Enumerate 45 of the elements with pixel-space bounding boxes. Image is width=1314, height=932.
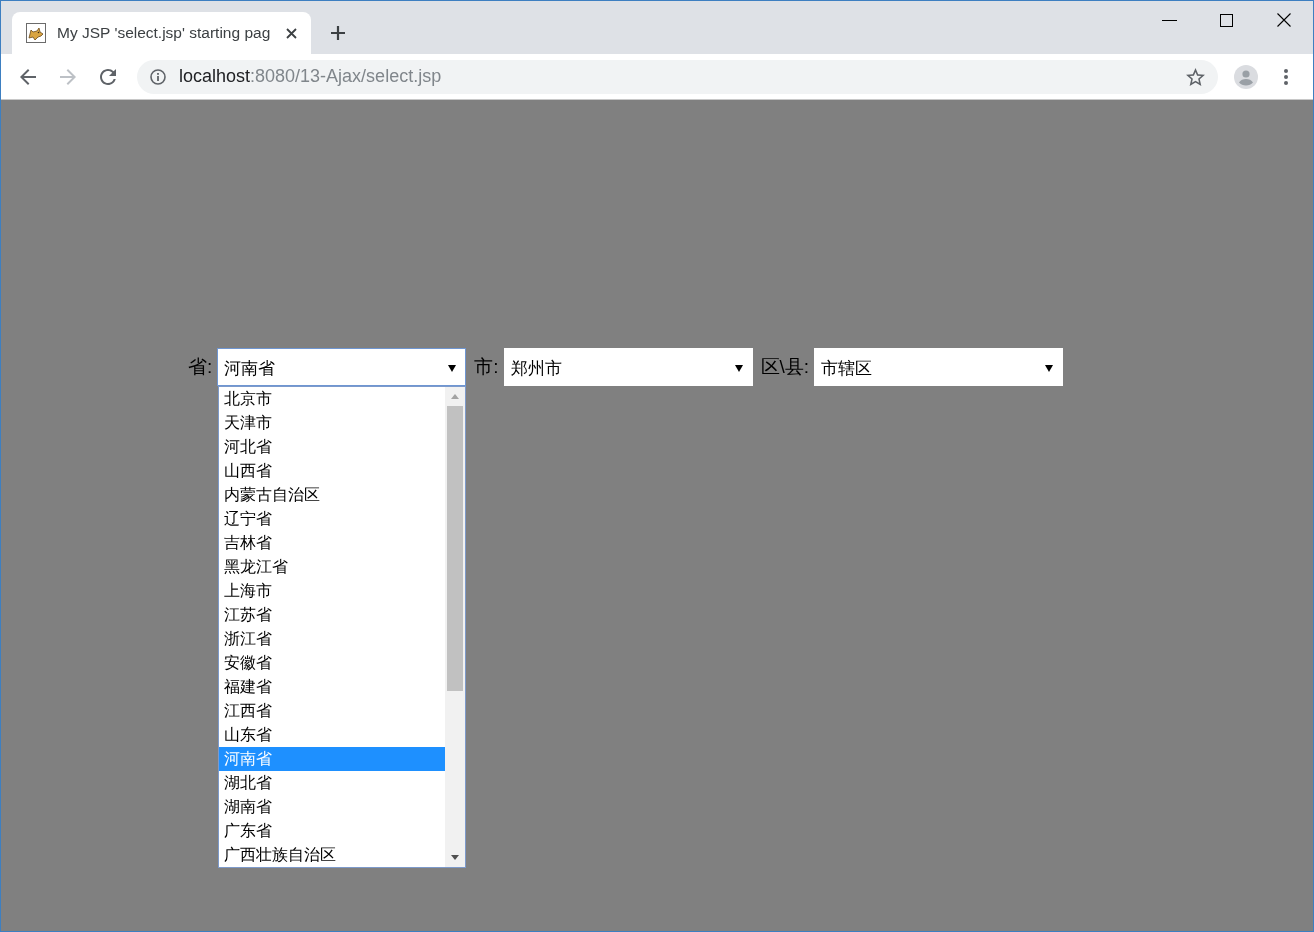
dropdown-option[interactable]: 福建省 [219, 675, 446, 699]
back-arrow-icon[interactable] [20, 68, 36, 85]
dropdown-option[interactable]: 江苏省 [219, 603, 446, 627]
avatar-icon[interactable] [1234, 64, 1258, 89]
dropdown-option[interactable]: 山东省 [219, 723, 446, 747]
dropdown-option[interactable]: 吉林省 [219, 531, 446, 555]
dropdown-option[interactable]: 江西省 [219, 699, 446, 723]
field-label: 区\县: [760, 355, 810, 379]
info-icon[interactable] [150, 68, 166, 85]
caret-icon [734, 364, 743, 372]
dropdown-select[interactable]: 市辖区 [814, 348, 1064, 386]
reload-icon[interactable] [100, 68, 116, 85]
dropdown-option[interactable]: 上海市 [219, 579, 446, 603]
close-icon[interactable] [1276, 13, 1291, 27]
browser-tab[interactable]: My JSP 'select.jsp' starting pag [12, 12, 311, 54]
minimize-icon[interactable] [1162, 19, 1177, 21]
dropdown-option[interactable]: 山西省 [219, 459, 446, 483]
dropdown-select[interactable]: 河南省 [217, 348, 467, 386]
scrollbar[interactable] [445, 387, 466, 867]
address-field[interactable]: localhost:8080/13-Ajax/select.jsp [137, 59, 1218, 94]
maximize-icon[interactable] [1220, 13, 1233, 27]
field-label: 省: [188, 355, 213, 379]
scroll-down-arrow-icon[interactable] [451, 855, 460, 860]
caret-icon [1045, 364, 1054, 372]
dropdown-option[interactable]: 黑龙江省 [219, 555, 446, 579]
vertical-dots-icon[interactable] [1284, 68, 1288, 85]
dropdown-option[interactable]: 浙江省 [219, 627, 446, 651]
close-icon[interactable] [286, 27, 297, 39]
scrollbar-thumb[interactable] [447, 406, 464, 691]
dropdown-option[interactable]: 安徽省 [219, 651, 446, 675]
cat-icon [26, 23, 46, 43]
star-icon[interactable] [1186, 67, 1205, 86]
dropdown-option[interactable]: 辽宁省 [219, 507, 446, 531]
dropdown-option[interactable]: 内蒙古自治区 [219, 483, 446, 507]
plus-icon[interactable] [331, 25, 345, 40]
dropdown-option[interactable]: 河北省 [219, 435, 446, 459]
dropdown-option[interactable]: 天津市 [219, 411, 446, 435]
dropdown-option[interactable]: 广东省 [219, 819, 446, 843]
field-label: 市: [474, 355, 499, 379]
dropdown-option[interactable]: 湖北省 [219, 771, 446, 795]
caret-icon [448, 364, 457, 372]
dropdown-select[interactable]: 郑州市 [503, 348, 753, 386]
dropdown-option[interactable]: 广西壮族自治区 [219, 843, 446, 867]
dropdown-option[interactable]: 湖南省 [219, 795, 446, 819]
dropdown-option[interactable]: 北京市 [219, 387, 446, 411]
